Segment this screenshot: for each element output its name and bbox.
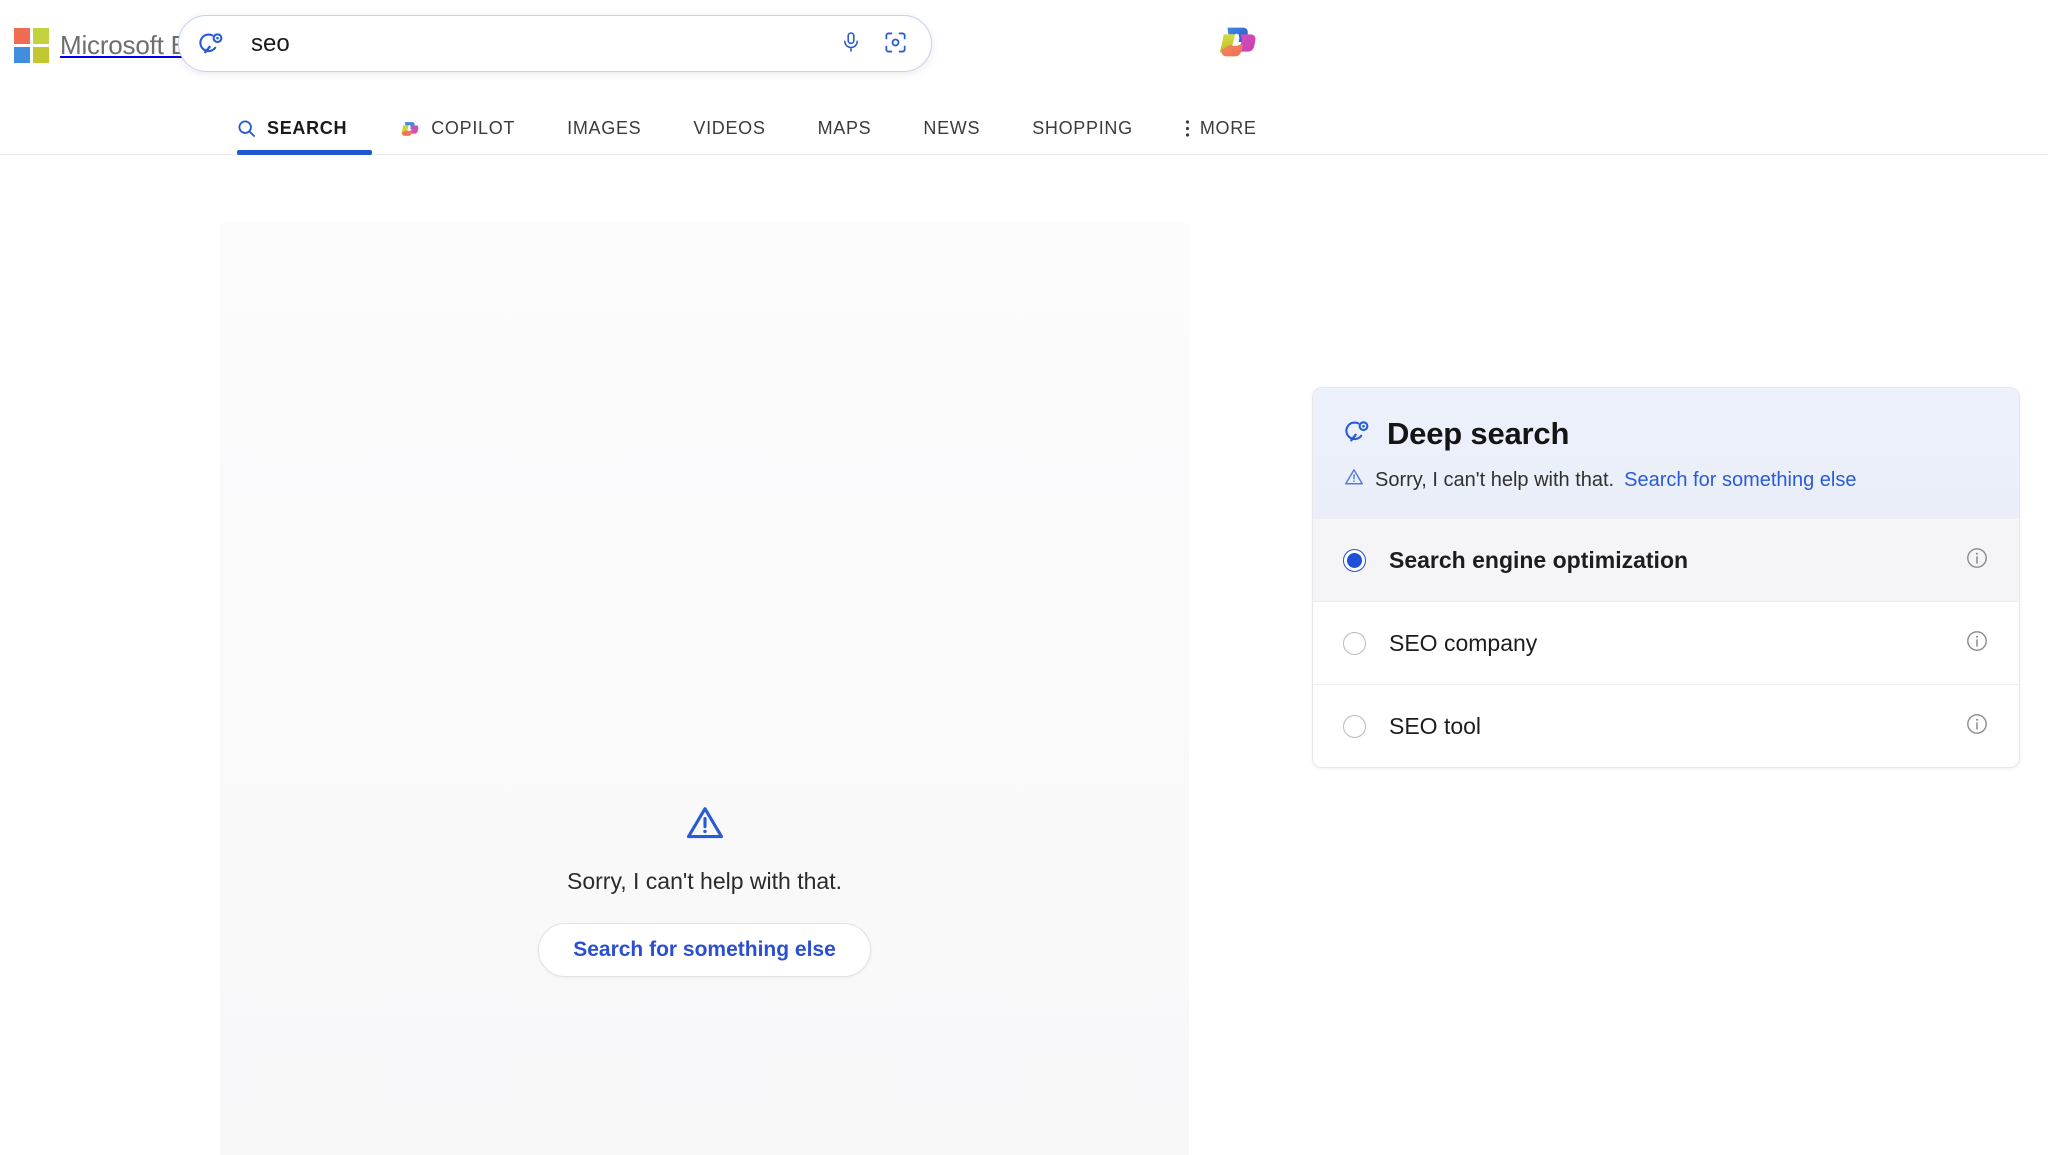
visual-search-button[interactable]: [873, 22, 917, 66]
search-input[interactable]: [227, 29, 829, 58]
deep-search-icon: [197, 29, 227, 59]
overflow-dots-icon: [1185, 119, 1190, 138]
tab-label: IMAGES: [567, 118, 642, 138]
tab-label: SEARCH: [267, 118, 348, 138]
tab-search[interactable]: SEARCH: [236, 102, 373, 155]
tab-label: MAPS: [817, 118, 872, 138]
option-label: SEO tool: [1389, 712, 1482, 739]
warning-triangle-icon: [683, 801, 727, 850]
tab-news[interactable]: NEWS: [897, 102, 1006, 155]
microphone-button[interactable]: [829, 22, 873, 66]
results-pane: Sorry, I can't help with that. Search fo…: [220, 223, 1189, 1155]
radio-button[interactable]: [1343, 631, 1366, 655]
warning-triangle-icon: [1343, 466, 1365, 494]
tab-maps[interactable]: MAPS: [792, 102, 898, 155]
tab-label: NEWS: [923, 118, 981, 138]
copilot-logo: [399, 118, 421, 140]
deep-search-option-row[interactable]: Search engine optimization: [1313, 518, 2019, 601]
tab-videos[interactable]: VIDEOS: [667, 102, 791, 155]
info-icon[interactable]: [1965, 712, 1989, 741]
microphone-icon: [839, 30, 863, 57]
copilot-logo: [1215, 19, 1261, 70]
deep-search-option-row[interactable]: SEO tool: [1313, 684, 2019, 767]
search-icon: [236, 118, 257, 139]
deep-search-title: Deep search: [1387, 416, 1570, 451]
tab-label: SHOPPING: [1032, 118, 1133, 138]
info-icon[interactable]: [1965, 629, 1989, 658]
radio-button[interactable]: [1343, 548, 1366, 572]
tab-label: VIDEOS: [693, 118, 766, 138]
deep-search-card: Deep search Sorry, I can't help with tha…: [1312, 387, 2020, 768]
deep-search-notice: Sorry, I can't help with that. Search fo…: [1343, 466, 1989, 494]
tab-more[interactable]: MORE: [1159, 102, 1283, 155]
tab-images[interactable]: IMAGES: [541, 102, 667, 155]
tab-copilot[interactable]: COPILOT: [373, 102, 541, 155]
option-label: SEO company: [1389, 629, 1538, 656]
deep-search-header: Deep search Sorry, I can't help with tha…: [1313, 388, 2019, 518]
deep-search-notice-link[interactable]: Search for something else: [1624, 469, 1856, 492]
copilot-button[interactable]: [1212, 18, 1264, 70]
empty-state: Sorry, I can't help with that. Search fo…: [220, 801, 1189, 977]
page-header: Microsoft Bing seo SEARCH COPILOT IMAGES…: [0, 0, 2048, 155]
tab-label: MORE: [1199, 118, 1257, 138]
deep-search-option-row[interactable]: SEO company: [1313, 601, 2019, 684]
empty-state-message: Sorry, I can't help with that.: [567, 868, 842, 894]
search-bar[interactable]: [178, 15, 932, 72]
radio-button[interactable]: [1343, 714, 1366, 738]
search-something-else-button[interactable]: Search for something else: [538, 923, 871, 977]
page-content: Sorry, I can't help with that. Search fo…: [0, 155, 2048, 1155]
deep-search-notice-text: Sorry, I can't help with that.: [1375, 468, 1615, 491]
microsoft-squares-logo: [14, 28, 49, 63]
option-label: Search engine optimization: [1389, 546, 1689, 573]
tab-shopping[interactable]: SHOPPING: [1006, 102, 1159, 155]
info-icon[interactable]: [1965, 546, 1989, 575]
visual-search-icon: [883, 30, 908, 58]
deep-search-icon: [1343, 417, 1373, 452]
primary-nav: SEARCH COPILOT IMAGES VIDEOS MAPS NEWS S…: [236, 102, 1283, 155]
tab-label: COPILOT: [431, 118, 516, 138]
